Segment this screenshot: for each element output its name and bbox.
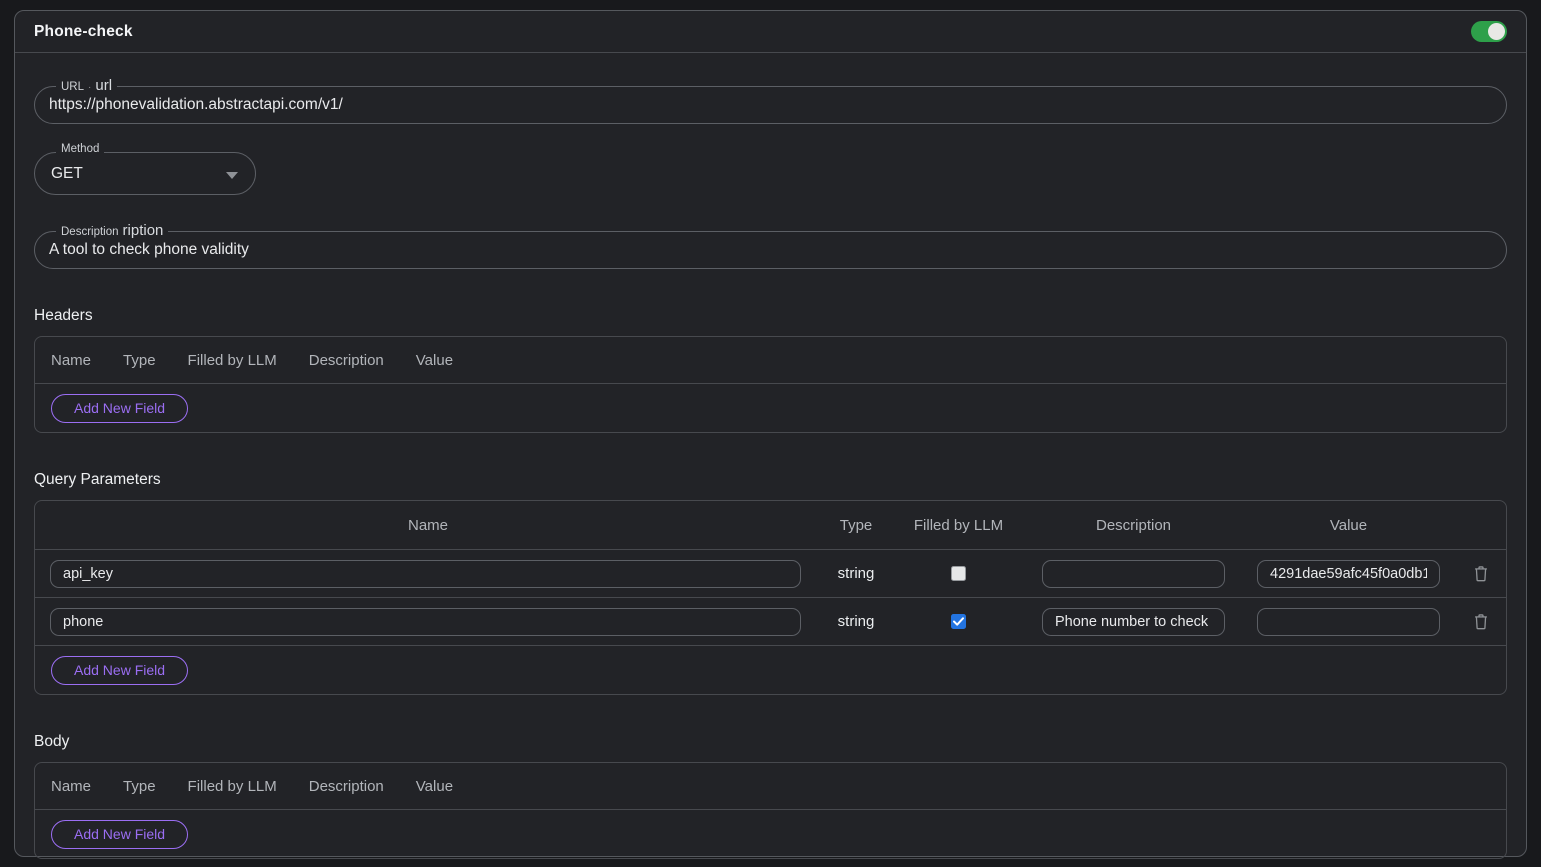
headers-section-title: Headers [34, 307, 1507, 325]
headers-col-description: Description [309, 352, 384, 369]
headers-table-header: Name Type Filled by LLM Description Valu… [35, 337, 1506, 384]
url-label-separator: · [88, 83, 91, 93]
qp-col-value: Value [1241, 517, 1456, 534]
method-value: GET [51, 165, 83, 183]
url-field: URL · url [34, 86, 1507, 124]
filled-by-llm-checkbox[interactable] [951, 614, 966, 629]
delete-row-button[interactable] [1471, 563, 1491, 584]
description-label-small: Description [61, 227, 119, 239]
table-row-api-key: string [35, 550, 1506, 598]
description-label-large: ription [123, 223, 164, 238]
url-input[interactable] [49, 96, 1492, 114]
description-field-label: Description ription [56, 223, 168, 239]
headers-add-row: Add New Field [35, 384, 1506, 432]
param-name-input[interactable] [50, 560, 801, 588]
qp-col-name: Name [35, 517, 821, 534]
headers-table: Name Type Filled by LLM Description Valu… [34, 336, 1507, 433]
filled-by-llm-checkbox[interactable] [951, 566, 966, 581]
description-input[interactable] [49, 241, 1492, 259]
query-params-table-header: Name Type Filled by LLM Description Valu… [35, 501, 1506, 550]
content: URL · url Method GET Description ription… [15, 86, 1526, 859]
qp-col-description: Description [1026, 517, 1241, 534]
delete-row-button[interactable] [1471, 611, 1491, 632]
query-params-section-title: Query Parameters [34, 471, 1507, 489]
query-params-add-new-field-button[interactable]: Add New Field [51, 656, 188, 685]
qp-col-type: Type [821, 517, 891, 534]
headers-col-type: Type [123, 352, 156, 369]
body-col-name: Name [51, 778, 91, 795]
table-row-phone: string [35, 598, 1506, 646]
body-table: Name Type Filled by LLM Description Valu… [34, 762, 1507, 859]
param-type-value: string [838, 613, 875, 630]
body-col-type: Type [123, 778, 156, 795]
headers-col-value: Value [416, 352, 453, 369]
url-label-large: url [95, 78, 112, 93]
tool-config-panel: Phone-check URL · url Method GET Descr [14, 10, 1527, 857]
method-label: Method [61, 144, 99, 156]
param-name-input[interactable] [50, 608, 801, 636]
url-field-label: URL · url [56, 78, 117, 94]
param-type-value: string [838, 565, 875, 582]
body-table-header: Name Type Filled by LLM Description Valu… [35, 763, 1506, 810]
query-params-table: Name Type Filled by LLM Description Valu… [34, 500, 1507, 695]
param-value-input[interactable] [1257, 608, 1440, 636]
headers-col-filled: Filled by LLM [188, 352, 277, 369]
url-label-small: URL [61, 82, 84, 94]
trash-icon [1473, 613, 1489, 630]
method-select[interactable]: Method GET [34, 152, 256, 195]
param-value-input[interactable] [1257, 560, 1440, 588]
titlebar: Phone-check [15, 11, 1526, 53]
method-field-label: Method [56, 144, 104, 156]
param-description-input[interactable] [1042, 608, 1225, 636]
toggle-knob [1488, 23, 1505, 40]
headers-col-name: Name [51, 352, 91, 369]
description-field: Description ription [34, 231, 1507, 269]
enabled-toggle[interactable] [1471, 21, 1507, 42]
trash-icon [1473, 565, 1489, 582]
param-description-input[interactable] [1042, 560, 1225, 588]
body-col-description: Description [309, 778, 384, 795]
qp-col-filled: Filled by LLM [891, 517, 1026, 534]
body-section-title: Body [34, 733, 1507, 751]
page-title: Phone-check [34, 23, 133, 41]
body-add-new-field-button[interactable]: Add New Field [51, 820, 188, 849]
body-col-filled: Filled by LLM [188, 778, 277, 795]
body-add-row: Add New Field [35, 810, 1506, 858]
chevron-down-icon [226, 172, 238, 179]
headers-add-new-field-button[interactable]: Add New Field [51, 394, 188, 423]
body-col-value: Value [416, 778, 453, 795]
query-params-add-row: Add New Field [35, 646, 1506, 694]
